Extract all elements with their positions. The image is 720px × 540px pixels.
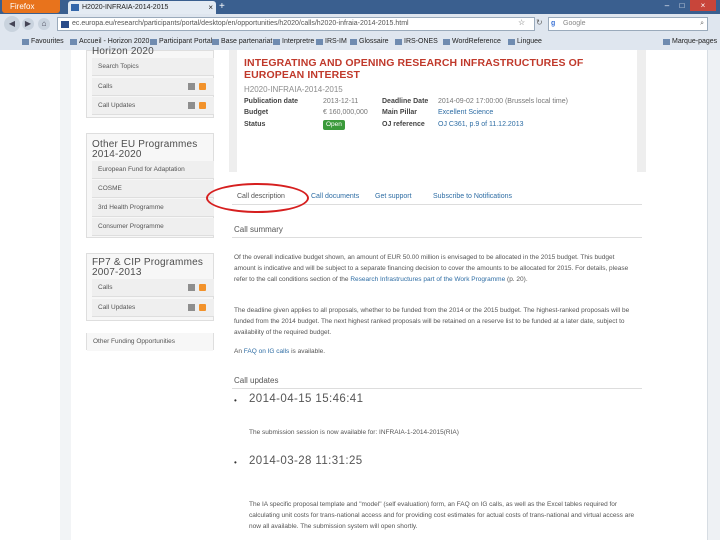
main-pillar-label: Main Pillar <box>382 109 418 116</box>
call-title: Integrating and opening research infrast… <box>244 57 584 81</box>
browser-tab[interactable]: H2020-INFRAIA-2014-2015 × <box>68 1 216 14</box>
bookmark-item[interactable]: Marque-pages <box>663 35 717 49</box>
sidebar-item-fund[interactable]: European Fund for Adaptation <box>92 161 214 179</box>
summary-text-end: (p. 20). <box>507 276 528 283</box>
deadline-value: 2014-09-02 17:00:00 (Brussels local time… <box>438 98 568 105</box>
bookmark-item[interactable]: Favourites <box>22 35 64 49</box>
page-margin <box>60 50 71 540</box>
firefox-menu-button[interactable]: Firefox <box>2 0 60 13</box>
bullet-icon: • <box>234 458 237 467</box>
oj-reference-link[interactable]: OJ C361, p.9 of 11.12.2013 <box>438 121 524 128</box>
budget-label: Budget <box>244 109 269 116</box>
browser-chrome: Firefox H2020-INFRAIA-2014-2015 × + – □ … <box>0 0 720 50</box>
tab-bar: Firefox H2020-INFRAIA-2014-2015 × + – □ … <box>0 0 720 14</box>
home-icon[interactable]: ⌂ <box>38 18 50 30</box>
bookmark-item[interactable]: Base partenariat <box>212 35 272 49</box>
rss-icon[interactable] <box>199 83 206 90</box>
web-page: Horizon 2020 Search Topics Calls Call Up… <box>0 46 720 540</box>
maximize-icon[interactable]: □ <box>675 0 689 11</box>
forward-icon[interactable]: ▶ <box>22 18 34 30</box>
close-window-icon[interactable]: × <box>690 0 716 11</box>
call-identifier: H2020-INFRAIA-2014-2015 <box>244 85 343 94</box>
summary-paragraph-faq: An FAQ on IG calls is available. <box>234 346 636 357</box>
search-placeholder: Google <box>563 20 586 27</box>
section-divider <box>232 237 642 238</box>
sidebar-item-call-updates[interactable]: Call Updates <box>92 97 214 115</box>
bookmark-item[interactable]: IRS-ONES <box>395 35 438 49</box>
call-summary-heading: Call summary <box>234 225 283 234</box>
scrollbar[interactable] <box>707 50 720 540</box>
sidebar-heading-other: Other EU Programmes 2014-2020 <box>92 139 198 160</box>
faq-text-start: An <box>234 348 242 355</box>
update-timestamp: 2014-03-28 11:31:25 <box>249 455 363 467</box>
sidebar-item-label: Calls <box>98 284 113 291</box>
reload-icon[interactable]: ↻ <box>536 18 543 27</box>
sidebar-item-label: Call Updates <box>98 304 136 311</box>
rss-icon[interactable] <box>199 304 206 311</box>
call-updates-heading: Call updates <box>234 376 279 385</box>
bookmark-item[interactable]: Glossaire <box>350 35 389 49</box>
sidebar-item-label: Calls <box>98 83 113 90</box>
update-text: The submission session is now available … <box>249 429 459 436</box>
calendar-icon[interactable] <box>188 83 195 90</box>
sidebar-heading-fp7: FP7 & CIP Programmes 2007-2013 <box>92 257 204 278</box>
publication-date-value: 2013-12-11 <box>323 98 359 105</box>
section-divider <box>232 388 642 389</box>
sidebar-item-calls[interactable]: Calls <box>92 78 214 96</box>
sidebar-item-consumer[interactable]: Consumer Programme <box>92 218 214 236</box>
annotation-circle <box>206 183 309 213</box>
rss-icon[interactable] <box>199 284 206 291</box>
favicon-icon <box>71 4 79 11</box>
tab-subscribe-notifications[interactable]: Subscribe to Notifications <box>433 193 512 200</box>
summary-paragraph-deadline: The deadline given applies to all propos… <box>234 307 630 336</box>
minimize-icon[interactable]: – <box>660 0 674 11</box>
url-text: ec.europa.eu/research/participants/porta… <box>72 20 409 27</box>
google-icon: g <box>551 20 556 27</box>
sidebar-item-fp7-call-updates[interactable]: Call Updates <box>92 299 214 317</box>
tab-call-documents[interactable]: Call documents <box>311 193 359 200</box>
tab-title: H2020-INFRAIA-2014-2015 <box>82 4 169 11</box>
new-tab-icon[interactable]: + <box>219 0 225 13</box>
star-icon[interactable]: ☆ <box>518 18 525 27</box>
search-box[interactable]: g Google ⌕ <box>548 17 708 31</box>
main-pillar-link[interactable]: Excellent Science <box>438 109 493 116</box>
sidebar-item-fp7-calls[interactable]: Calls <box>92 279 214 297</box>
sidebar-item-cosme[interactable]: COSME <box>92 180 214 198</box>
sidebar-item-label: Call Updates <box>98 102 136 109</box>
tab-get-support[interactable]: Get support <box>375 193 412 200</box>
oj-reference-label: OJ reference <box>382 121 425 128</box>
sidebar-item-health[interactable]: 3rd Health Programme <box>92 199 214 217</box>
update-timestamp: 2014-04-15 15:46:41 <box>249 393 364 405</box>
sidebar-item-other-funding[interactable]: Other Funding Opportunities <box>87 333 213 351</box>
bookmark-item[interactable]: IRS-IM <box>316 35 347 49</box>
deadline-label: Deadline Date <box>382 98 429 105</box>
site-favicon-icon <box>61 21 69 28</box>
rss-icon[interactable] <box>199 102 206 109</box>
summary-paragraph-budget: Of the overall indicative budget shown, … <box>234 252 636 285</box>
status-badge: Open <box>323 120 345 130</box>
close-tab-icon[interactable]: × <box>208 1 213 14</box>
bookmark-item[interactable]: Participant Portal <box>150 35 212 49</box>
calendar-icon[interactable] <box>188 304 195 311</box>
navigation-bar: ◀ ▶ ⌂ ec.europa.eu/research/participants… <box>0 14 720 34</box>
bookmark-item[interactable]: Interpretre <box>273 35 314 49</box>
calendar-icon[interactable] <box>188 102 195 109</box>
work-programme-link[interactable]: Research Infrastructures part of the Wor… <box>350 276 505 283</box>
back-icon[interactable]: ◀ <box>4 16 20 32</box>
publication-date-label: Publication date <box>244 98 299 105</box>
sidebar-item-search-topics[interactable]: Search Topics <box>92 58 214 76</box>
address-bar[interactable]: ec.europa.eu/research/participants/porta… <box>57 17 535 31</box>
budget-value: € 160,000,000 <box>323 109 368 116</box>
update-text: The IA specific proposal template and "m… <box>249 501 635 530</box>
search-icon[interactable]: ⌕ <box>700 18 704 30</box>
bookmark-item[interactable]: Linguee <box>508 35 542 49</box>
faq-text-end: is available. <box>291 348 326 355</box>
bookmark-item[interactable]: WordReference <box>443 35 501 49</box>
bullet-icon: • <box>234 396 237 405</box>
sidebar-heading-h2020: Horizon 2020 <box>92 46 154 57</box>
calendar-icon[interactable] <box>188 284 195 291</box>
status-label: Status <box>244 121 266 128</box>
faq-link[interactable]: FAQ on IG calls <box>244 348 290 355</box>
